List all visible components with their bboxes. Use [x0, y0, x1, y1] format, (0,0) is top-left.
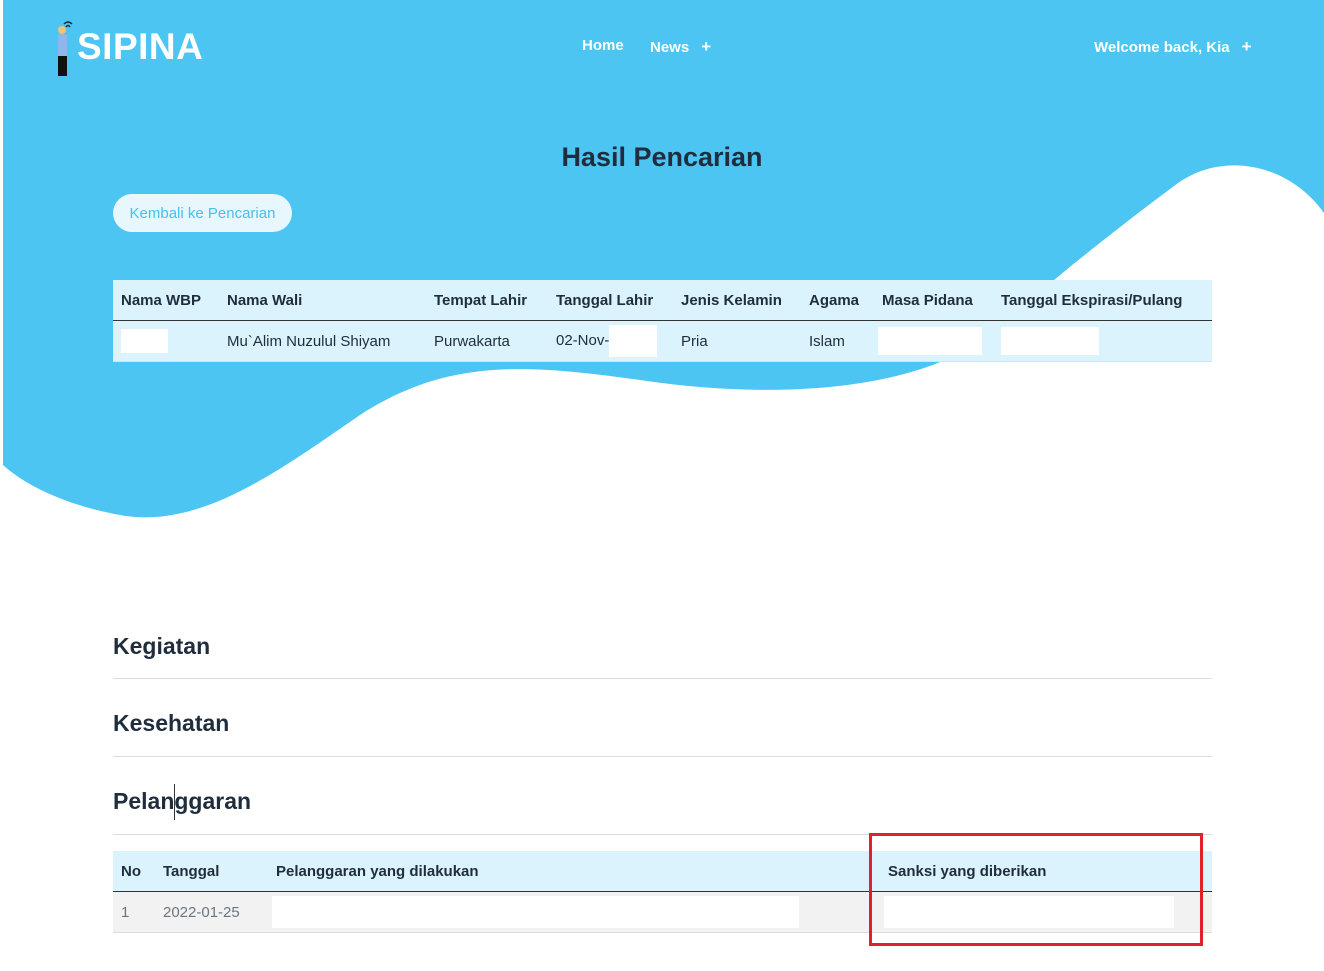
highlight-annotation-box [869, 833, 1203, 946]
nav-news-dropdown[interactable]: News + [650, 37, 711, 57]
redacted-block [609, 325, 658, 357]
column-header: Masa Pidana [874, 280, 993, 321]
cell-nama-wali: Mu`Alim Nuzulul Shiyam [219, 320, 426, 362]
column-header: Agama [801, 280, 874, 321]
column-header: Tempat Lahir [426, 280, 548, 321]
nav-home-link[interactable]: Home [582, 37, 624, 54]
prisoner-figure-icon [55, 18, 75, 78]
redacted-block [1001, 327, 1099, 355]
column-header: Nama WBP [113, 280, 219, 321]
column-header: Tanggal Ekspirasi/Pulang [993, 280, 1212, 321]
plus-icon: + [1241, 37, 1252, 56]
nav-home-label: Home [582, 37, 624, 54]
divider [113, 756, 1212, 757]
top-navbar: SIPINA Home News + Welcome back, Kia + [0, 0, 1324, 95]
redacted-block [878, 327, 982, 355]
redacted-block [272, 896, 799, 928]
divider [113, 678, 1212, 679]
cell-tanggal-ekspirasi [993, 320, 1212, 362]
table-row: Mu`Alim Nuzulul Shiyam Purwakarta 02-Nov… [113, 320, 1212, 362]
cell-masa-pidana [874, 320, 993, 362]
cell-jenis-kelamin: Pria [673, 320, 801, 362]
page-title: Hasil Pencarian [561, 142, 763, 172]
profile-table-header: Nama WBP Nama Wali Tempat Lahir Tanggal … [113, 280, 1212, 321]
user-menu-dropdown[interactable]: Welcome back, Kia + [1094, 37, 1252, 57]
cell-nama-wbp [113, 320, 219, 362]
plus-icon: + [701, 37, 712, 56]
cell-tanggal: 2022-01-25 [155, 891, 268, 933]
column-header: Pelanggaran yang dilakukan [268, 851, 880, 892]
column-header: Tanggal [155, 851, 268, 892]
column-header: Jenis Kelamin [673, 280, 801, 321]
cell-no: 1 [113, 891, 155, 933]
brand-logo[interactable]: SIPINA [55, 18, 203, 78]
nav-news-label: News [650, 38, 690, 56]
section-kegiatan[interactable]: Kegiatan [113, 633, 210, 660]
column-header: Tanggal Lahir [548, 280, 673, 321]
cell-pelanggaran [268, 891, 880, 933]
redacted-block [121, 329, 168, 353]
cell-agama: Islam [801, 320, 874, 362]
cell-tempat-lahir: Purwakarta [426, 320, 548, 362]
tanggal-lahir-value: 02-Nov- [556, 331, 610, 349]
section-pelanggaran[interactable]: Pelanggaran [113, 788, 251, 815]
user-greeting: Welcome back, Kia [1094, 38, 1230, 56]
column-header: Nama Wali [219, 280, 426, 321]
cell-tanggal-lahir: 02-Nov- [548, 320, 673, 362]
text-cursor [174, 784, 175, 820]
brand-name: SIPINA [77, 26, 204, 67]
profile-table: Nama WBP Nama Wali Tempat Lahir Tanggal … [113, 280, 1212, 362]
back-to-search-button[interactable]: Kembali ke Pencarian [113, 194, 292, 232]
section-kesehatan[interactable]: Kesehatan [113, 710, 229, 737]
column-header: No [113, 851, 155, 892]
